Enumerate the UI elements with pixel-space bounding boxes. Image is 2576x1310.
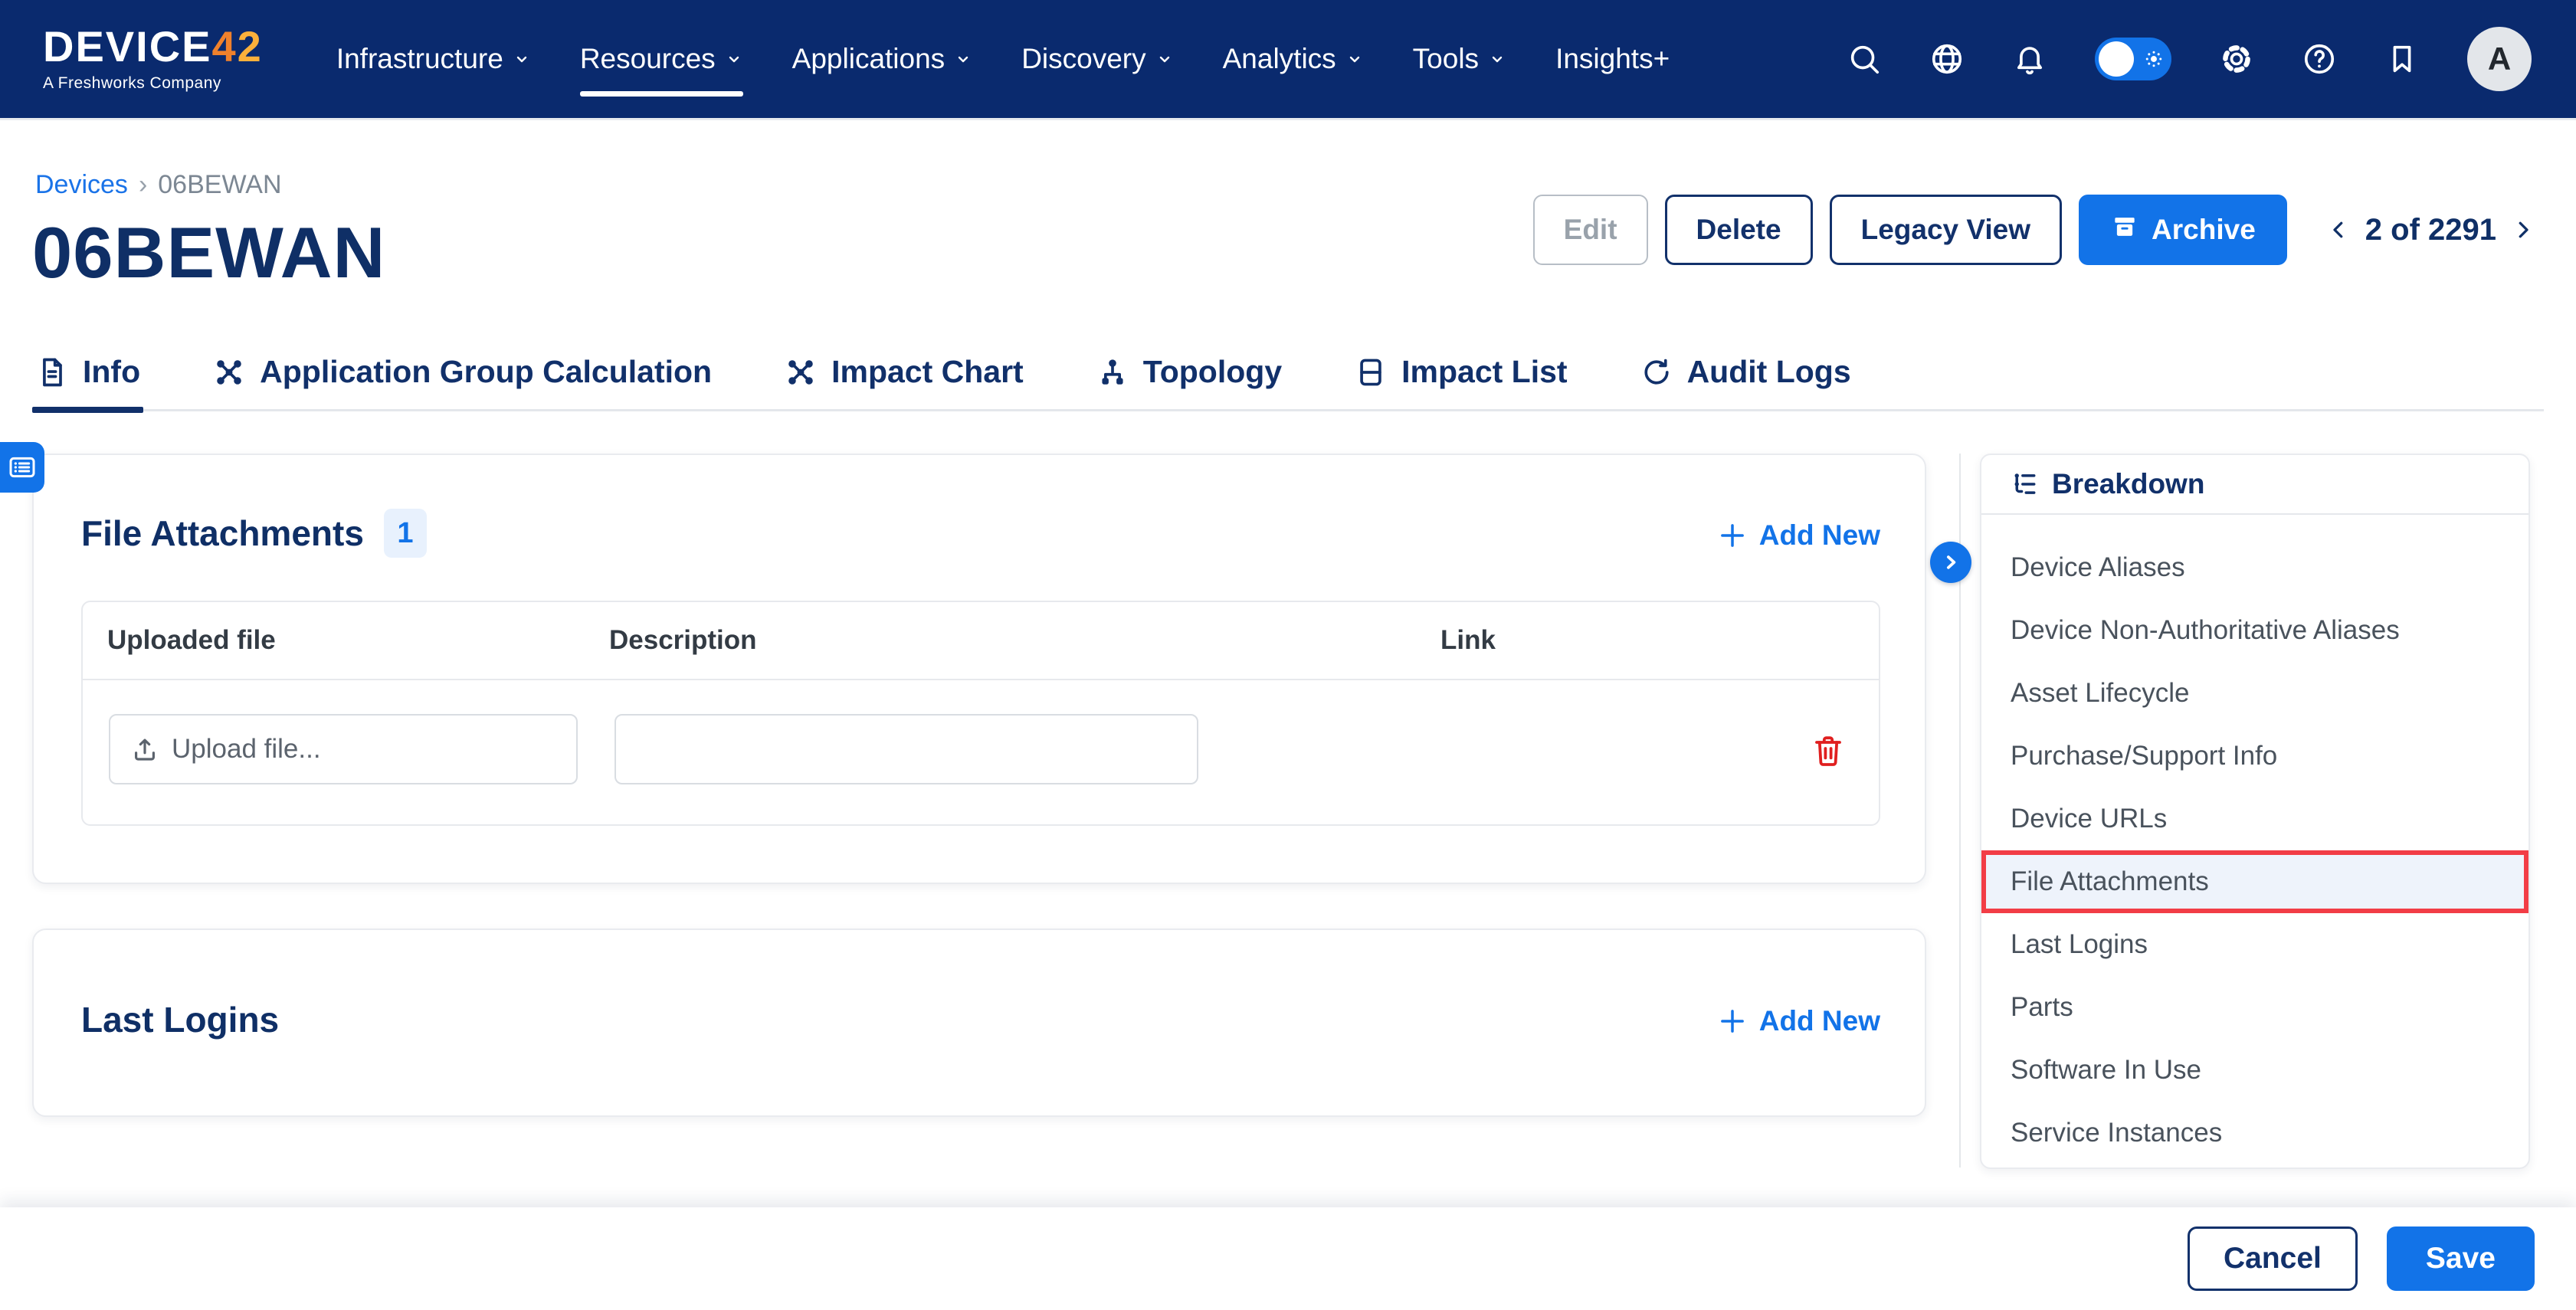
breadcrumb-current: 06BEWAN — [158, 170, 282, 199]
menu-analytics[interactable]: Analytics — [1223, 0, 1364, 120]
chevron-down-icon — [725, 43, 743, 75]
record-pager: 2 of 2291 — [2327, 213, 2535, 247]
top-navbar: DEVICE42 A Freshworks Company Infrastruc… — [0, 0, 2576, 120]
delete-button[interactable]: Delete — [1664, 195, 1813, 265]
sidebar-item-file-attachments[interactable]: File Attachments — [1981, 850, 2528, 913]
page-title: 06BEWAN — [32, 212, 386, 293]
menu-insights[interactable]: Insights+ — [1555, 0, 1670, 120]
navbar-utilities: A — [1847, 27, 2532, 91]
sun-icon — [2145, 51, 2162, 67]
impact-chart-icon — [788, 359, 813, 385]
save-footer: Cancel Save — [0, 1207, 2576, 1310]
sidebar-item-purchase-support-info[interactable]: Purchase/Support Info — [1981, 725, 2528, 788]
add-attachment-button[interactable]: Add New — [1716, 519, 1880, 552]
section-list-fab[interactable] — [0, 442, 44, 493]
menu-applications[interactable]: Applications — [792, 0, 973, 120]
settings-gear-icon[interactable] — [2219, 41, 2254, 77]
attachments-table: Uploaded file Description Link Upload fi… — [81, 601, 1880, 826]
column-link: Link — [1440, 625, 1496, 655]
menu-tools[interactable]: Tools — [1413, 0, 1506, 120]
document-icon — [43, 358, 62, 386]
breakdown-panel: Breakdown Device Aliases Device Non-Auth… — [1980, 454, 2530, 1169]
menu-resources[interactable]: Resources — [579, 0, 743, 120]
delete-row-trash-icon[interactable] — [1810, 732, 1847, 769]
list-icon — [9, 457, 35, 478]
sidebar-item-device-non-authoritative-aliases[interactable]: Device Non-Authoritative Aliases — [1981, 599, 2528, 662]
pager-next-icon[interactable] — [2512, 218, 2535, 241]
menu-discovery[interactable]: Discovery — [1021, 0, 1173, 120]
add-login-button[interactable]: Add New — [1716, 1005, 1880, 1037]
breakdown-tree-icon — [2014, 473, 2036, 494]
main-menu: Infrastructure Resources Applications Di… — [336, 0, 1670, 120]
legacy-view-button[interactable]: Legacy View — [1829, 195, 2063, 265]
sidebar-item-last-logins[interactable]: Last Logins — [1981, 913, 2528, 976]
chevron-down-icon — [513, 43, 531, 75]
device-tabs: Info Application Group Calculation Impac… — [32, 335, 2544, 413]
breadcrumb-separator: › — [138, 170, 148, 199]
tab-impact-chart[interactable]: Impact Chart — [781, 335, 1027, 409]
chevron-down-icon — [954, 43, 972, 75]
sidebar-item-parts[interactable]: Parts — [1981, 976, 2528, 1039]
chevron-down-icon — [1488, 43, 1506, 75]
sidebar-item-software-in-use[interactable]: Software In Use — [1981, 1039, 2528, 1102]
toggle-knob-icon — [2099, 41, 2134, 77]
breadcrumb: Devices › 06BEWAN — [35, 170, 282, 200]
tab-audit-logs[interactable]: Audit Logs — [1637, 335, 1854, 409]
chevron-down-icon — [1155, 43, 1174, 75]
tab-application-group-calculation[interactable]: Application Group Calculation — [209, 335, 715, 409]
upload-icon — [135, 739, 155, 761]
collapse-sidebar-toggle[interactable] — [1930, 542, 1971, 583]
count-badge: 1 — [383, 509, 427, 558]
logo-tagline: A Freshworks Company — [43, 74, 221, 92]
topology-icon — [1102, 359, 1123, 385]
archive-icon — [2110, 212, 2139, 248]
attachments-table-header: Uploaded file Description Link — [83, 602, 1879, 680]
device42-logo[interactable]: DEVICE42 A Freshworks Company — [43, 25, 263, 93]
plus-icon — [1720, 1010, 1744, 1033]
notifications-bell-icon[interactable] — [2012, 41, 2047, 77]
app-group-icon — [217, 359, 241, 385]
tab-info[interactable]: Info — [32, 335, 144, 413]
breadcrumb-devices-link[interactable]: Devices — [35, 170, 128, 200]
user-avatar[interactable]: A — [2467, 27, 2532, 91]
pager-label: 2 of 2291 — [2365, 212, 2496, 247]
avatar-initial: A — [2487, 41, 2512, 77]
sidebar-item-device-urls[interactable]: Device URLs — [1981, 788, 2528, 850]
search-icon[interactable] — [1847, 41, 1882, 77]
breakdown-list: Device Aliases Device Non-Authoritative … — [1981, 515, 2528, 1164]
plus-icon — [1720, 524, 1744, 547]
column-uploaded-file: Uploaded file — [107, 625, 276, 655]
device42-device-detail-page: DEVICE42 A Freshworks Company Infrastruc… — [0, 0, 2576, 1310]
help-icon[interactable] — [2302, 41, 2337, 77]
pager-previous-icon[interactable] — [2327, 218, 2350, 241]
cancel-button[interactable]: Cancel — [2188, 1226, 2358, 1291]
sidebar-item-asset-lifecycle[interactable]: Asset Lifecycle — [1981, 662, 2528, 725]
file-attachments-title: File Attachments 1 — [81, 509, 427, 558]
upload-file-button[interactable]: Upload file... — [109, 714, 578, 784]
logo-wordmark: DEVICE42 — [43, 22, 263, 70]
bookmark-icon[interactable] — [2384, 41, 2420, 77]
save-button[interactable]: Save — [2386, 1226, 2535, 1291]
last-logins-card: Last Logins Add New — [32, 928, 1926, 1117]
chevron-right-icon — [1947, 555, 1956, 569]
edit-button[interactable]: Edit — [1532, 195, 1648, 265]
theme-toggle[interactable] — [2095, 38, 2171, 80]
breakdown-header: Breakdown — [1981, 455, 2528, 515]
impact-list-icon — [1360, 359, 1381, 385]
description-input[interactable] — [615, 714, 1198, 784]
sidebar-item-service-instances[interactable]: Service Instances — [1981, 1102, 2528, 1164]
history-icon — [1644, 359, 1669, 385]
globe-icon[interactable] — [1929, 41, 1965, 77]
tab-topology[interactable]: Topology — [1093, 335, 1285, 409]
last-logins-title: Last Logins — [81, 1000, 280, 1040]
attachment-row: Upload file... — [83, 680, 1879, 823]
chevron-down-icon — [1345, 43, 1364, 75]
file-attachments-card: File Attachments 1 Add New Uploaded file… — [32, 454, 1926, 884]
column-description: Description — [609, 625, 757, 655]
sidebar-item-device-aliases[interactable]: Device Aliases — [1981, 536, 2528, 599]
archive-button[interactable]: Archive — [2079, 195, 2287, 265]
tab-impact-list[interactable]: Impact List — [1351, 335, 1570, 409]
menu-infrastructure[interactable]: Infrastructure — [336, 0, 531, 120]
device-action-bar: Edit Delete Legacy View Archive 2 of 229… — [1532, 195, 2535, 265]
